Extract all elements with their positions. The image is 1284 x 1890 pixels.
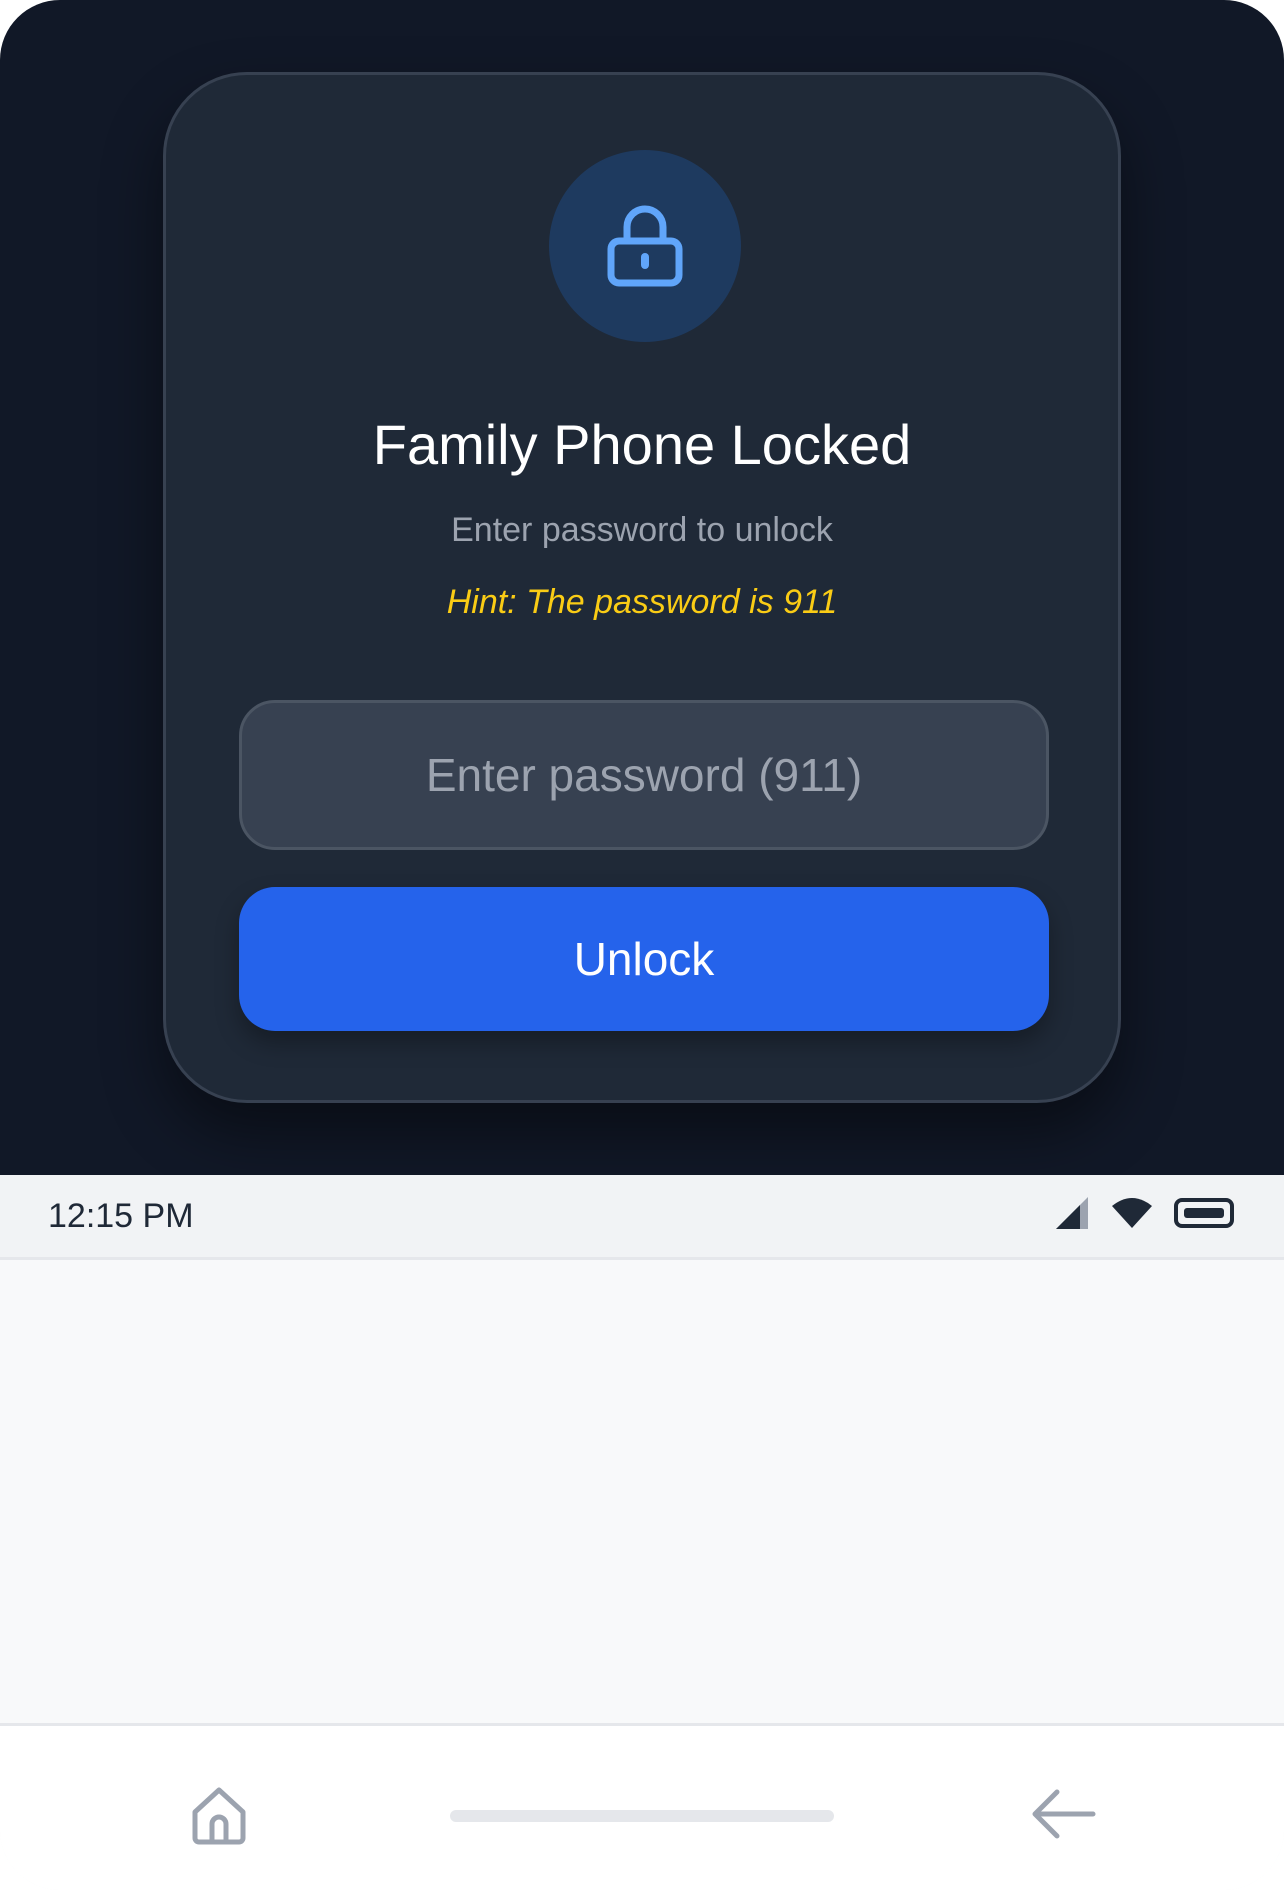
back-button[interactable] [1027,1780,1099,1852]
password-hint: Hint: The password is 911 [446,583,838,621]
home-indicator[interactable] [450,1810,834,1822]
lock-card: Family Phone Locked Enter password to un… [163,72,1121,1103]
signal-icon [1054,1195,1090,1236]
lock-screen-area: Family Phone Locked Enter password to un… [0,0,1284,1175]
lock-icon [605,203,685,289]
navigation-bar [0,1723,1284,1890]
lock-icon-badge [549,150,741,342]
lock-title: Family Phone Locked [372,413,912,476]
phone-screen: Family Phone Locked Enter password to un… [0,0,1284,1890]
content-area [0,1260,1284,1723]
wifi-icon [1110,1196,1154,1235]
home-icon [187,1782,251,1851]
password-input[interactable] [239,700,1049,850]
home-button[interactable] [183,1780,255,1852]
unlock-button[interactable]: Unlock [239,887,1049,1031]
battery-icon [1174,1197,1236,1234]
status-icons [1054,1195,1236,1236]
lock-subtitle: Enter password to unlock [451,511,833,549]
status-bar: 12:15 PM [0,1175,1284,1260]
back-arrow-icon [1029,1786,1097,1847]
status-time: 12:15 PM [48,1197,194,1235]
